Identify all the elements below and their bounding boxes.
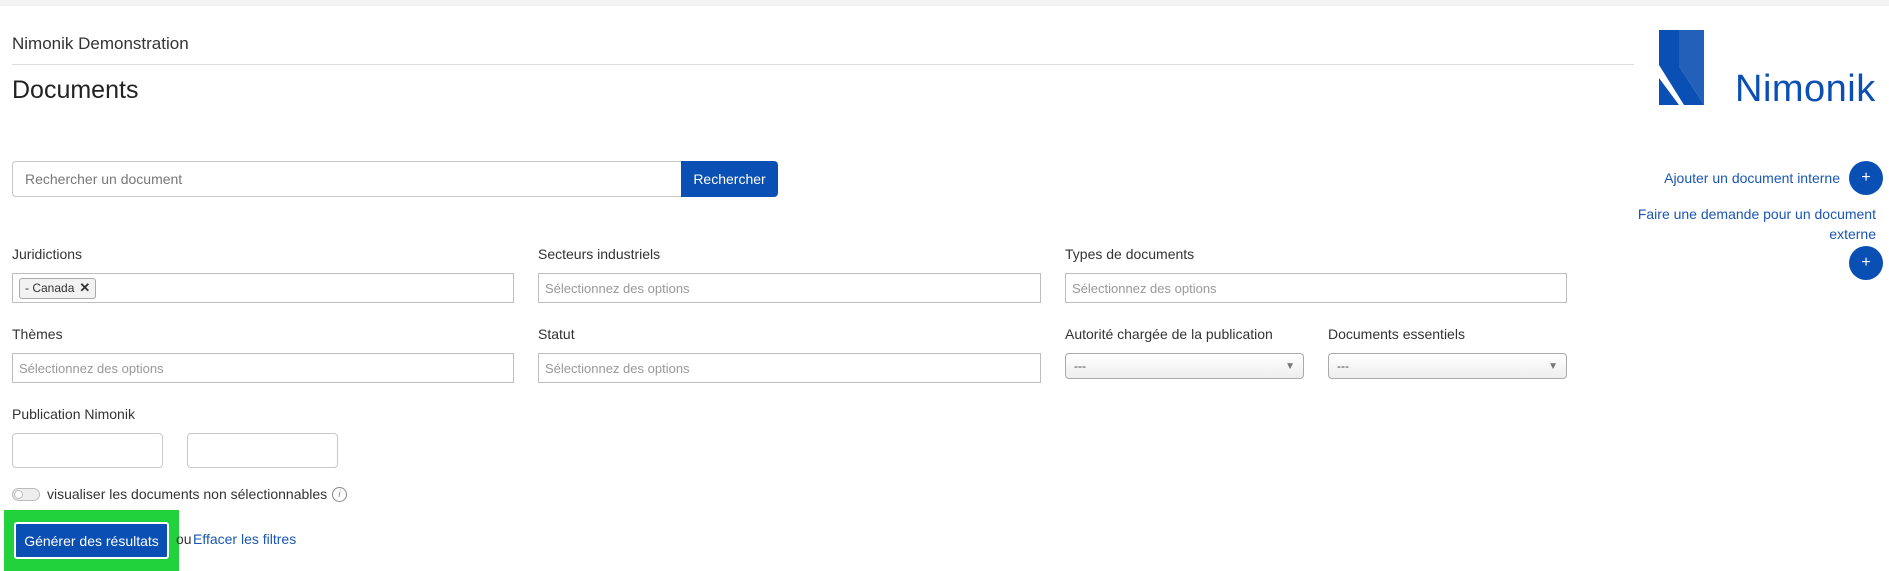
- themes-label: Thèmes: [12, 326, 63, 342]
- status-placeholder: Sélectionnez des options: [545, 360, 690, 376]
- non-selectable-toggle-label: visualiser les documents non sélectionna…: [47, 486, 328, 502]
- page-title: Documents: [12, 76, 139, 104]
- essential-documents-label: Documents essentiels: [1328, 326, 1465, 342]
- status-label: Statut: [538, 326, 575, 342]
- sectors-placeholder: Sélectionnez des options: [545, 280, 690, 296]
- publication-date-to-input[interactable]: [187, 433, 338, 468]
- authority-label: Autorité chargée de la publication: [1065, 326, 1273, 342]
- sectors-multiselect[interactable]: Sélectionnez des options: [538, 273, 1041, 303]
- top-bar: [0, 0, 1889, 6]
- sectors-label: Secteurs industriels: [538, 246, 661, 262]
- plus-icon: +: [1861, 169, 1871, 186]
- authority-selected-value: ---: [1074, 359, 1086, 373]
- search-input[interactable]: [12, 161, 682, 197]
- jurisdictions-label: Juridictions: [12, 246, 83, 262]
- plus-icon: +: [1861, 254, 1871, 271]
- authority-select[interactable]: --- ▼: [1065, 353, 1304, 379]
- publication-label: Publication Nimonik: [12, 406, 135, 422]
- essential-selected-value: ---: [1337, 359, 1349, 373]
- info-icon[interactable]: i: [332, 487, 347, 502]
- request-external-document-button[interactable]: +: [1849, 246, 1883, 280]
- themes-multiselect[interactable]: Sélectionnez des options: [12, 353, 514, 383]
- remove-tag-icon[interactable]: ✕: [79, 280, 90, 296]
- header-divider: [12, 64, 1634, 65]
- document-types-placeholder: Sélectionnez des options: [1072, 280, 1217, 296]
- chevron-down-icon: ▼: [1285, 360, 1295, 372]
- publication-date-from-input[interactable]: [12, 433, 163, 468]
- jurisdiction-tag[interactable]: - Canada ✕: [19, 277, 97, 299]
- jurisdictions-multiselect[interactable]: - Canada ✕: [12, 273, 514, 303]
- add-internal-document-button[interactable]: +: [1849, 161, 1883, 195]
- essential-documents-select[interactable]: --- ▼: [1328, 353, 1567, 379]
- generate-results-button[interactable]: Générer des résultats: [14, 522, 169, 559]
- organization-name: Nimonik Demonstration: [12, 34, 189, 53]
- status-multiselect[interactable]: Sélectionnez des options: [538, 353, 1041, 383]
- toggle-knob: [14, 490, 23, 499]
- chevron-down-icon: ▼: [1548, 360, 1558, 372]
- document-types-multiselect[interactable]: Sélectionnez des options: [1065, 273, 1567, 303]
- request-external-document-link[interactable]: Faire une demande pour un document exter…: [1620, 204, 1876, 244]
- tag-label: - Canada: [25, 281, 75, 295]
- or-text: ou: [176, 531, 192, 547]
- non-selectable-toggle[interactable]: [12, 488, 40, 501]
- logo-wordmark: Nimonik: [1735, 68, 1876, 110]
- document-types-label: Types de documents: [1065, 246, 1195, 262]
- add-internal-document-link[interactable]: Ajouter un document interne: [1640, 168, 1840, 188]
- search-button[interactable]: Rechercher: [681, 161, 778, 197]
- clear-filters-link[interactable]: Effacer les filtres: [193, 531, 296, 547]
- themes-placeholder: Sélectionnez des options: [19, 360, 164, 376]
